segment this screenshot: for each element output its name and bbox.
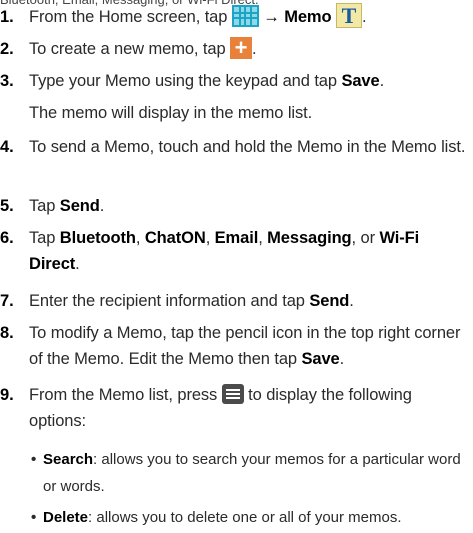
bullet-dot: • [31,509,37,526]
option-description: : allows you to delete one or all of you… [88,509,402,526]
email-label: Email [214,229,259,247]
option-description: : allows you to search your memos for a … [43,451,461,495]
send-label: Send [309,292,350,310]
step-text: From the Memo list, press [29,386,222,404]
option-term: Search [43,451,94,468]
step-number: 9. [0,386,14,404]
step-text: From the Home screen, tap [29,8,232,26]
step-number: 1. [0,8,14,26]
step-number: 4. [0,138,14,156]
separator: , [135,229,145,247]
step-number: 2. [0,40,14,58]
step-text: Tap [29,197,60,215]
separator: , or [351,229,380,247]
memo-app-icon: T [335,3,362,29]
menu-icon [221,383,244,404]
bullet-dot: • [31,451,37,468]
bluetooth-label: Bluetooth [59,229,136,247]
step-number: 5. [0,197,14,215]
step-number: 3. [0,72,14,90]
step-text: To send a Memo, touch and hold the Memo … [29,138,466,156]
add-icon: + [230,36,252,59]
separator: , [205,229,215,247]
step-number: 7. [0,292,14,310]
step-text: Type your Memo using the keypad and tap [29,72,342,90]
step-text: To modify a Memo, tap the pencil icon in… [29,324,461,368]
step-text: Tap [29,229,60,247]
chaton-label: ChatON [144,229,206,247]
step-number: 8. [0,324,14,342]
step-text: Enter the recipient information and tap [29,292,310,310]
step-text-end: . [339,350,345,368]
step-text-end: . [379,72,385,90]
step-text-end: . [75,255,80,273]
save-label: Save [301,350,340,368]
arrow-text: → [258,8,285,26]
memo-label: Memo [284,8,332,26]
step-text-end: . [349,292,354,310]
step-text-end: . [252,40,257,58]
apps-grid-icon [231,4,259,27]
save-label: Save [341,72,380,90]
step-subtext: The memo will display in the memo list. [29,104,313,122]
separator: , [258,229,268,247]
step-text-end: . [99,197,105,215]
step-text: To create a new memo, tap [29,40,230,58]
option-term: Delete [43,509,89,526]
step-number: 6. [0,229,14,247]
messaging-label: Messaging [267,229,352,247]
send-label: Send [59,197,100,215]
